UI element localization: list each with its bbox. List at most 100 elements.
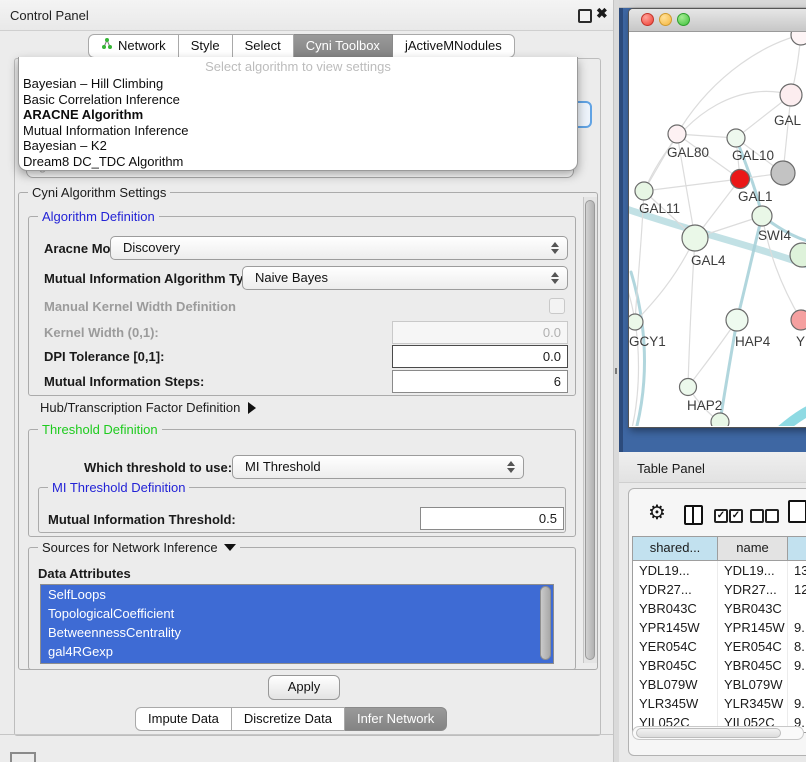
deselect-all-checkbox-icon[interactable] [750, 509, 764, 523]
hub-definition-toggle[interactable]: Hub/Transcription Factor Definition [40, 400, 256, 415]
aracne-mode-combobox[interactable]: Discovery [110, 236, 568, 260]
network-node-gal10[interactable] [727, 129, 745, 147]
mi-steps-field[interactable]: 6 [392, 370, 568, 393]
network-node-hap2[interactable] [680, 379, 697, 396]
table-cell: YLR345W [718, 694, 788, 713]
algorithm-option[interactable]: Basic Correlation Inference [19, 92, 577, 108]
tab-label: jActiveMNodules [405, 35, 502, 57]
network-edge[interactable] [779, 404, 806, 426]
network-node-gal1[interactable] [731, 170, 750, 189]
which-threshold-combobox[interactable]: MI Threshold [232, 455, 524, 479]
network-node-swi4[interactable] [752, 206, 772, 226]
table-cell: YER054C [718, 637, 788, 656]
column-header[interactable]: shared... [633, 537, 718, 560]
table-scrollbar-thumb[interactable] [636, 728, 781, 738]
algorithm-option[interactable]: Bayesian – K2 [19, 138, 577, 154]
mi-type-label: Mutual Information Algorithm Type: [44, 271, 263, 286]
zoom-window-icon[interactable] [677, 13, 690, 26]
table-row[interactable]: YDL19...YDL19...13 [633, 561, 806, 580]
mi-type-combobox[interactable]: Naive Bayes [242, 266, 568, 290]
network-node-gal80[interactable] [668, 125, 686, 143]
tab-select[interactable]: Select [233, 34, 294, 58]
deselect-all-checkbox-icon[interactable] [765, 509, 779, 523]
column-header[interactable]: name [718, 537, 788, 560]
aracne-mode-value: Discovery [123, 240, 180, 255]
tab-label: Style [191, 35, 220, 57]
settings-scrollbar-thumb[interactable] [585, 200, 595, 660]
mi-threshold-group-title: MI Threshold Definition [48, 480, 189, 495]
network-edge[interactable] [644, 134, 677, 191]
settings-scrollbar[interactable] [583, 197, 597, 663]
table-horizontal-scrollbar[interactable] [632, 726, 804, 740]
table-row[interactable]: YER054CYER054C8. [633, 637, 806, 656]
apply-button[interactable]: Apply [268, 675, 340, 700]
network-node-y[interactable] [791, 310, 806, 330]
mi-threshold-field[interactable]: 0.5 [420, 507, 564, 530]
tab-cyni-toolbox[interactable]: Cyni Toolbox [294, 34, 393, 58]
kernel-width-field[interactable]: 0.0 [392, 321, 568, 344]
select-all-checkbox-icon[interactable]: ✓ [729, 509, 743, 523]
tab-jactivemnodules[interactable]: jActiveMNodules [393, 34, 515, 58]
algorithm-option[interactable]: Mutual Information Inference [19, 123, 577, 139]
table-cell: YPR145W [633, 618, 718, 637]
float-panel-icon[interactable] [578, 9, 592, 23]
sources-group-title[interactable]: Sources for Network Inference [38, 540, 240, 555]
algorithm-option[interactable]: ARACNE Algorithm [19, 107, 577, 123]
network-canvas[interactable]: GALGAL80GAL10GAL1GAL11SWI4GAL4GCY1HAP4YH… [629, 32, 806, 426]
network-edge[interactable] [635, 238, 695, 322]
algorithm-option[interactable]: Bayesian – Hill Climbing [19, 76, 577, 92]
tab-discretize-data[interactable]: Discretize Data [232, 707, 345, 731]
network-view-window[interactable]: GALGAL80GAL10GAL1GAL11SWI4GAL4GCY1HAP4YH… [628, 8, 806, 428]
algorithm-option[interactable]: Dream8 DC_TDC Algorithm [19, 154, 577, 170]
table-row[interactable]: YBR045CYBR045C9. [633, 656, 806, 675]
network-node[interactable] [791, 32, 806, 45]
network-edge[interactable] [644, 91, 791, 191]
network-graph[interactable]: GALGAL80GAL10GAL1GAL11SWI4GAL4GCY1HAP4YH… [629, 32, 806, 426]
attribute-item[interactable]: SelfLoops [41, 585, 553, 604]
columns-icon[interactable] [684, 505, 703, 525]
close-window-icon[interactable] [641, 13, 654, 26]
network-node[interactable] [771, 161, 795, 185]
manual-kernel-checkbox[interactable] [549, 298, 565, 314]
minimized-panel-icon[interactable] [10, 752, 36, 762]
network-node-gcy1[interactable] [629, 314, 643, 330]
column-header[interactable] [788, 537, 806, 560]
table-cell: YBL079W [718, 675, 788, 694]
attribute-item[interactable]: gal4RGexp [41, 642, 553, 661]
table-row[interactable]: YLR345WYLR345W9. [633, 694, 806, 713]
tab-infer-network[interactable]: Infer Network [345, 707, 447, 731]
attribute-item[interactable]: BetweennessCentrality [41, 623, 553, 642]
minimize-window-icon[interactable] [659, 13, 672, 26]
close-panel-icon[interactable]: ✖ [596, 5, 608, 22]
network-node-gal11[interactable] [635, 182, 653, 200]
table-row[interactable]: YBR043CYBR043C [633, 599, 806, 618]
network-node-label: GAL4 [691, 253, 726, 268]
table-cell: 9. [788, 656, 806, 675]
table-cell: YDL19... [633, 561, 718, 580]
attribute-item[interactable]: TopologicalCoefficient [41, 604, 553, 623]
data-attributes-list[interactable]: SelfLoopsTopologicalCoefficientBetweenne… [40, 584, 554, 664]
table-row[interactable]: YDR27...YDR27...12 [633, 580, 806, 599]
spinner-arrows-icon [550, 241, 559, 255]
tab-style[interactable]: Style [179, 34, 233, 58]
network-window-titlebar[interactable] [629, 9, 806, 32]
tab-label: Select [245, 35, 281, 57]
network-node-gal[interactable] [780, 84, 802, 106]
network-edge[interactable] [688, 320, 737, 387]
network-node-gal4[interactable] [682, 225, 708, 251]
network-node[interactable] [711, 413, 729, 426]
tab-network[interactable]: Network [88, 34, 179, 58]
network-node-hap4[interactable] [726, 309, 748, 331]
split-pane-handle[interactable] [615, 368, 617, 374]
network-edge[interactable] [629, 282, 639, 426]
table-row[interactable]: YPR145WYPR145W9. [633, 618, 806, 637]
gear-icon[interactable]: ⚙ [648, 500, 666, 525]
select-all-checkbox-icon[interactable]: ✓ [714, 509, 728, 523]
tab-impute-data[interactable]: Impute Data [135, 707, 232, 731]
attributes-scrollbar-thumb[interactable] [540, 586, 551, 660]
network-edge[interactable] [644, 179, 740, 191]
table-row[interactable]: YBL079WYBL079W [633, 675, 806, 694]
table-cell [788, 675, 806, 694]
dpi-tolerance-field[interactable]: 0.0 [392, 345, 568, 368]
export-table-icon[interactable] [788, 500, 806, 523]
